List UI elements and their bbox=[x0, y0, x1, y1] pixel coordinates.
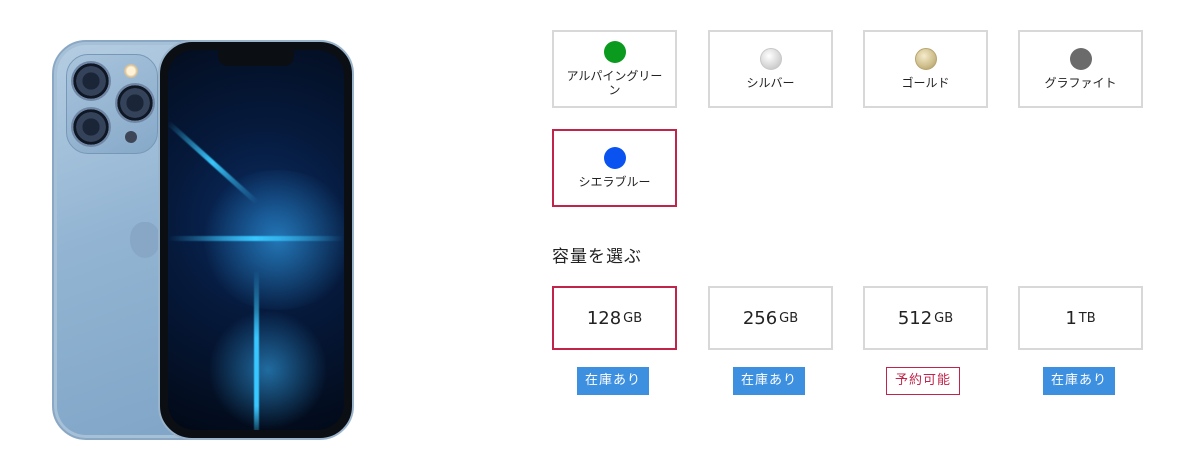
light-beam bbox=[168, 236, 344, 241]
color-swatch bbox=[1069, 48, 1092, 70]
capacity-option-256gb[interactable]: 256 GB bbox=[708, 286, 833, 350]
stock-badge-128gb: 在庫あり bbox=[577, 367, 650, 395]
color-label: ゴールド bbox=[901, 76, 950, 90]
capacity-value: 128 bbox=[586, 307, 622, 329]
capacity-value: 1 bbox=[1065, 307, 1077, 329]
phone-front-view bbox=[158, 40, 354, 440]
camera-lens bbox=[71, 61, 111, 101]
notch bbox=[218, 50, 294, 66]
capacity-unit: GB bbox=[779, 310, 799, 326]
color-swatch bbox=[603, 147, 626, 169]
capacity-value: 256 bbox=[742, 307, 778, 329]
color-option-alpine-green[interactable]: アルパイングリーン bbox=[552, 30, 677, 108]
color-swatch bbox=[603, 41, 626, 63]
color-option-graphite[interactable]: グラファイト bbox=[1018, 30, 1143, 108]
color-label: シルバー bbox=[746, 76, 795, 90]
capacity-option-1tb[interactable]: 1 TB bbox=[1018, 286, 1143, 350]
capacity-option-512gb[interactable]: 512 GB bbox=[863, 286, 988, 350]
product-image bbox=[40, 30, 370, 450]
color-option-sierra-blue[interactable]: シエラブルー bbox=[552, 129, 677, 207]
stock-badge-1tb: 在庫あり bbox=[1043, 367, 1116, 395]
capacity-value: 512 bbox=[897, 307, 933, 329]
capacity-option-128gb[interactable]: 128 GB bbox=[552, 286, 677, 350]
lidar-sensor bbox=[125, 131, 137, 143]
screen-glow bbox=[208, 310, 328, 430]
color-label: シエラブルー bbox=[578, 175, 651, 189]
color-option-silver[interactable]: シルバー bbox=[708, 30, 833, 108]
light-beam bbox=[254, 270, 259, 430]
capacity-unit: GB bbox=[623, 310, 643, 326]
stock-badge-256gb: 在庫あり bbox=[733, 367, 806, 395]
color-option-gold[interactable]: ゴールド bbox=[863, 30, 988, 108]
color-label: アルパイングリーン bbox=[566, 69, 663, 97]
color-swatch bbox=[914, 48, 937, 70]
camera-lens bbox=[115, 83, 155, 123]
camera-lens bbox=[71, 107, 111, 147]
phone-screen bbox=[168, 50, 344, 430]
capacity-section-title: 容量を選ぶ bbox=[552, 247, 642, 267]
apple-logo-icon bbox=[130, 222, 160, 258]
flash bbox=[124, 64, 138, 78]
stock-badge-512gb: 予約可能 bbox=[886, 367, 961, 395]
capacity-unit: GB bbox=[934, 310, 954, 326]
camera-module bbox=[66, 54, 158, 154]
color-swatch bbox=[759, 48, 782, 70]
light-beam bbox=[168, 120, 259, 205]
capacity-unit: TB bbox=[1078, 310, 1096, 326]
color-label: グラファイト bbox=[1044, 76, 1117, 90]
